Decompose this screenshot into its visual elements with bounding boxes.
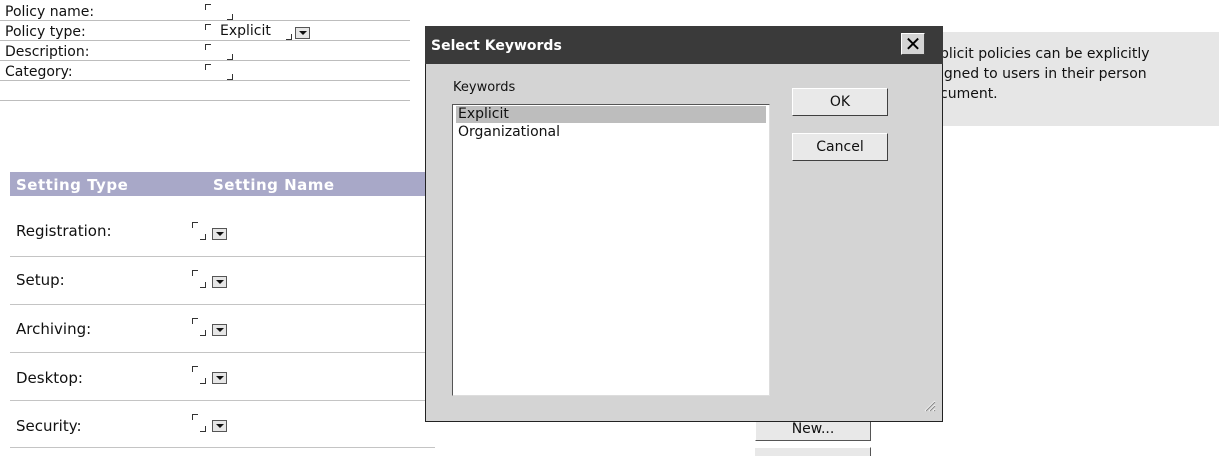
close-icon: ✕ <box>904 32 922 56</box>
new-button[interactable]: New... <box>755 419 871 441</box>
divider <box>0 100 410 101</box>
field-close-bracket-icon <box>286 34 292 40</box>
help-text-line: plicit policies can be explicitly <box>940 46 1150 62</box>
security-select[interactable] <box>192 414 262 432</box>
field-open-bracket-icon <box>192 270 198 276</box>
help-text-line: cument. <box>940 86 998 102</box>
chevron-down-icon[interactable] <box>212 324 227 336</box>
dialog-title: Select Keywords <box>431 38 562 54</box>
chevron-down-icon[interactable] <box>212 420 227 432</box>
policy-name-field[interactable] <box>205 4 235 20</box>
divider <box>10 447 435 448</box>
ok-button[interactable]: OK <box>792 88 888 116</box>
resize-grip-icon[interactable] <box>922 398 936 412</box>
chevron-down-icon[interactable] <box>212 372 227 384</box>
policy-type-select[interactable]: Explicit <box>205 23 335 40</box>
desktop-label: Desktop: <box>16 369 83 387</box>
field-open-bracket-icon <box>205 4 211 10</box>
keywords-label: Keywords <box>453 80 516 95</box>
divider <box>10 400 435 401</box>
field-open-bracket-icon <box>192 414 198 420</box>
close-button[interactable]: ✕ <box>901 33 925 55</box>
registration-label: Registration: <box>16 222 112 240</box>
divider <box>0 20 410 21</box>
keywords-listbox[interactable] <box>452 104 770 396</box>
security-label: Security: <box>16 417 82 435</box>
desktop-select[interactable] <box>192 366 262 384</box>
cancel-button[interactable]: Cancel <box>792 133 888 161</box>
setting-name-header: Setting Name <box>213 176 335 194</box>
setup-label: Setup: <box>16 271 65 289</box>
chevron-down-icon[interactable] <box>295 27 310 39</box>
chevron-down-icon[interactable] <box>212 228 227 240</box>
field-open-bracket-icon <box>192 222 198 228</box>
divider <box>0 60 410 61</box>
field-close-bracket-icon <box>200 234 206 240</box>
field-close-bracket-icon <box>200 426 206 432</box>
field-close-bracket-icon <box>200 330 206 336</box>
field-close-bracket-icon <box>227 54 233 60</box>
divider <box>10 352 435 353</box>
field-open-bracket-icon <box>192 318 198 324</box>
setup-select[interactable] <box>192 270 262 288</box>
category-label: Category: <box>5 64 73 80</box>
archiving-select[interactable] <box>192 318 262 336</box>
policy-type-value: Explicit <box>220 23 271 39</box>
policy-name-label: Policy name: <box>5 4 95 20</box>
help-text-line: igned to users in their person <box>940 66 1147 82</box>
divider <box>0 80 410 81</box>
setting-type-header: Setting Type <box>16 176 129 194</box>
registration-select[interactable] <box>192 222 262 240</box>
list-item-explicit[interactable]: Explicit <box>456 106 766 123</box>
list-item-organizational[interactable]: Organizational <box>456 124 766 141</box>
divider <box>0 40 410 41</box>
description-field[interactable] <box>205 44 235 60</box>
field-close-bracket-icon <box>200 282 206 288</box>
new-button-partial[interactable] <box>755 447 871 456</box>
field-open-bracket-icon <box>205 44 211 50</box>
divider <box>10 256 435 257</box>
category-field[interactable] <box>205 64 235 80</box>
divider <box>10 304 435 305</box>
field-close-bracket-icon <box>200 378 206 384</box>
field-close-bracket-icon <box>227 14 233 20</box>
field-open-bracket-icon <box>205 24 211 30</box>
description-label: Description: <box>5 44 90 60</box>
field-close-bracket-icon <box>227 74 233 80</box>
field-open-bracket-icon <box>205 64 211 70</box>
archiving-label: Archiving: <box>16 320 92 338</box>
policy-type-label: Policy type: <box>5 24 86 40</box>
field-open-bracket-icon <box>192 366 198 372</box>
chevron-down-icon[interactable] <box>212 276 227 288</box>
